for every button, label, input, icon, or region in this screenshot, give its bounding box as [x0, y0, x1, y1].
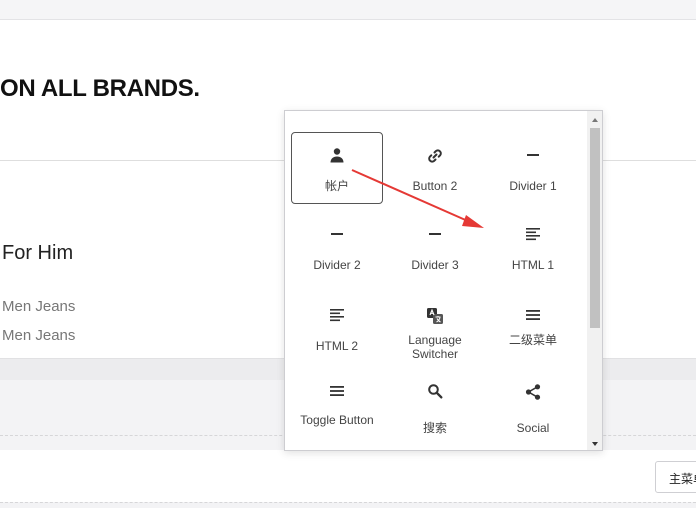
html-icon [488, 226, 578, 244]
divider-icon [390, 226, 480, 244]
element-grid: 帐户 Button 2 Divider 1 Divider 2 Divider [285, 111, 587, 450]
element-divider-3[interactable]: Divider 3 [389, 211, 481, 283]
element-submenu[interactable]: 二级菜单 [487, 292, 579, 364]
search-icon [390, 383, 480, 401]
main-menu-button[interactable]: 主菜单 [655, 461, 696, 493]
dropzone-border-lower [0, 502, 696, 503]
divider-icon [488, 147, 578, 165]
scrollbar-thumb[interactable] [590, 128, 600, 328]
menu-icon [292, 383, 382, 401]
scroll-up-arrow-icon[interactable] [587, 113, 602, 125]
menu-heading: For Him [2, 242, 74, 264]
builder-row-lower [0, 450, 696, 502]
scroll-down-arrow-icon[interactable] [587, 437, 602, 449]
translate-icon [390, 307, 480, 325]
element-account[interactable]: 帐户 [291, 132, 383, 204]
element-social[interactable]: Social [487, 379, 579, 450]
user-icon [292, 147, 382, 165]
html-icon [292, 307, 382, 325]
menu-icon [488, 307, 578, 325]
menu-link-men-jeans[interactable]: Men Jeans [2, 298, 75, 315]
element-language-switcher[interactable]: Language Switcher [389, 292, 481, 364]
element-toggle-button[interactable]: Toggle Button [291, 379, 383, 450]
menu-link-men-jeans-2[interactable]: Men Jeans [2, 327, 75, 344]
element-html-2[interactable]: HTML 2 [291, 292, 383, 364]
element-divider-2[interactable]: Divider 2 [291, 211, 383, 283]
element-search[interactable]: 搜索 [389, 379, 481, 450]
picker-scrollbar[interactable] [587, 111, 602, 450]
link-icon [390, 147, 480, 165]
element-divider-1[interactable]: Divider 1 [487, 132, 579, 204]
divider-icon [292, 226, 382, 244]
top-toolbar [0, 0, 696, 20]
element-html-1[interactable]: HTML 1 [487, 211, 579, 283]
share-icon [488, 383, 578, 401]
element-button-2[interactable]: Button 2 [389, 132, 481, 204]
element-picker-popup: 帐户 Button 2 Divider 1 Divider 2 Divider [284, 110, 603, 451]
promo-headline: ON ALL BRANDS. [0, 75, 200, 102]
